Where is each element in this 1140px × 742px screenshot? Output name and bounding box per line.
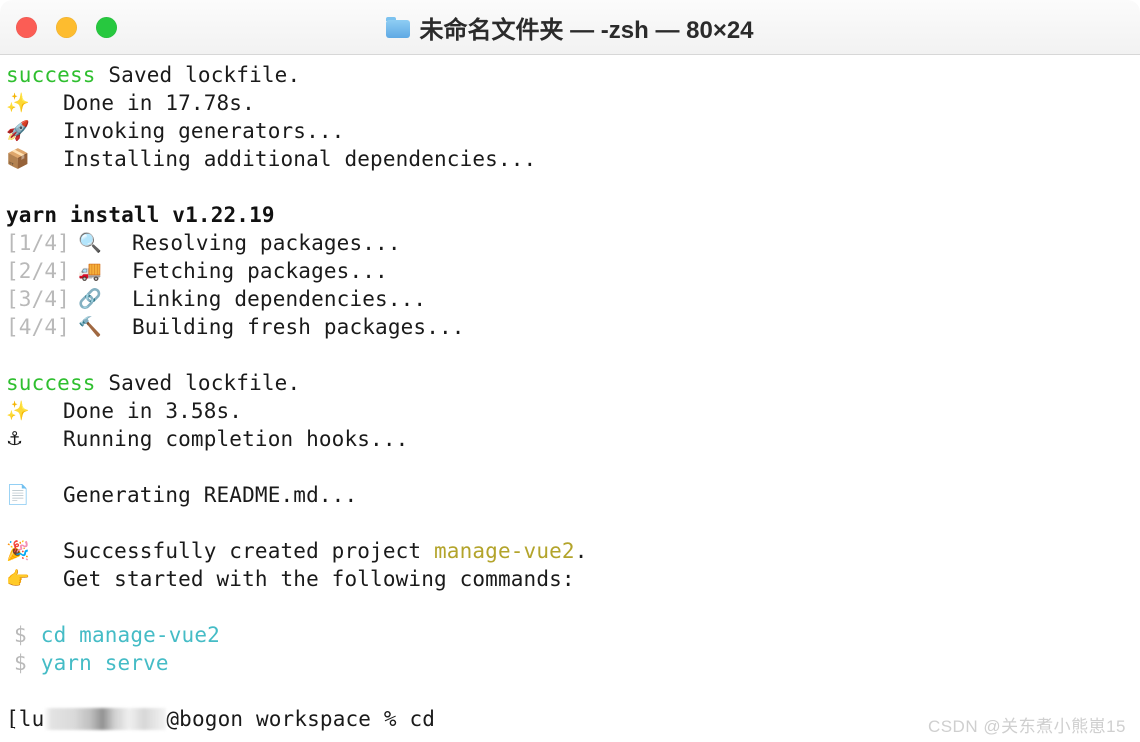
terminal-line: 📄 Generating README.md... (6, 481, 1140, 509)
line-emoji-icon: ✨ (6, 92, 30, 114)
terminal-line: [2/4] 🚚 Fetching packages... (6, 257, 1140, 285)
command-prompt-symbol: $ (14, 623, 27, 647)
minimize-button[interactable] (56, 16, 77, 38)
line-emoji-icon: 🎉 (6, 540, 30, 562)
line-text-suffix: . (574, 539, 588, 563)
terminal-line: ⚓ Running completion hooks... (6, 425, 1140, 453)
terminal-window: 未命名文件夹 — -zsh — 80×24 success Saved lock… (0, 0, 1140, 742)
step-emoji-icon: 🔨 (77, 316, 102, 338)
window-titlebar[interactable]: 未命名文件夹 — -zsh — 80×24 (0, 0, 1140, 55)
line-text: Running completion hooks... (63, 427, 409, 451)
close-button[interactable] (16, 16, 37, 38)
project-name: manage-vue2 (434, 539, 575, 563)
terminal-line: 👉 Get started with the following commands… (6, 565, 1140, 593)
command-heading: yarn install v1.22.19 (6, 203, 275, 227)
command-prompt-symbol: $ (14, 651, 27, 675)
step-emoji-icon: 🔍 (77, 232, 102, 254)
line-text: Invoking generators... (63, 119, 345, 143)
terminal-line: ✨ Done in 17.78s. (6, 89, 1140, 117)
prompt-prefix: [lu (6, 707, 45, 731)
status-badge: success (6, 63, 96, 87)
terminal-line: [4/4] 🔨 Building fresh packages... (6, 313, 1140, 341)
terminal-line: 📦 Installing additional dependencies... (6, 145, 1140, 173)
line-emoji-icon: ⚓ (6, 428, 24, 450)
step-emoji-icon: 🚚 (77, 260, 102, 282)
terminal-line: 🎉 Successfully created project manage-vue… (6, 537, 1140, 565)
line-text: Saved lockfile. (95, 63, 301, 87)
window-title: 未命名文件夹 — -zsh — 80×24 (419, 16, 754, 44)
step-counter: [3/4] (6, 287, 70, 311)
prompt-suffix: @bogon workspace % cd (166, 707, 436, 731)
line-text: Successfully created project (63, 539, 434, 563)
terminal-output[interactable]: success Saved lockfile. ✨ Done in 17.78s. 🚀… (0, 55, 1140, 742)
step-counter: [1/4] (6, 231, 70, 255)
line-text: Get started with the following commands: (63, 567, 575, 591)
folder-icon (386, 16, 411, 38)
line-text: Linking dependencies... (131, 287, 427, 311)
line-text: Building fresh packages... (131, 315, 465, 339)
terminal-line: success Saved lockfile. (6, 61, 1140, 89)
terminal-line: [3/4] 🔗 Linking dependencies... (6, 285, 1140, 313)
line-text: Installing additional dependencies... (63, 147, 537, 171)
csdn-watermark: CSDN @关东煮小熊崽15 (927, 717, 1126, 736)
terminal-line: yarn install v1.22.19 (6, 201, 1140, 229)
terminal-line: [1/4] 🔍 Resolving packages... (6, 229, 1140, 257)
line-text: Resolving packages... (131, 231, 401, 255)
terminal-line: $ cd manage-vue2 (6, 621, 1140, 649)
window-title-group: 未命名文件夹 — -zsh — 80×24 (0, 0, 1140, 54)
line-text: Done in 3.58s. (63, 399, 243, 423)
terminal-line: success Saved lockfile. (6, 369, 1140, 397)
step-counter: [4/4] (6, 315, 70, 339)
line-emoji-icon: 👉 (6, 568, 30, 590)
line-text: Saved lockfile. (95, 371, 301, 395)
line-emoji-icon: 📦 (6, 148, 30, 170)
redacted-username (44, 708, 167, 730)
terminal-line: 🚀 Invoking generators... (6, 117, 1140, 145)
zoom-button[interactable] (96, 16, 117, 38)
line-emoji-icon: ✨ (6, 400, 30, 422)
shell-command[interactable]: yarn serve (41, 649, 169, 677)
line-emoji-icon: 📄 (6, 484, 30, 506)
line-emoji-icon: 🚀 (6, 120, 30, 142)
line-text: Generating README.md... (63, 483, 358, 507)
terminal-lines: success Saved lockfile. ✨ Done in 17.78s. 🚀… (6, 61, 1140, 733)
window-controls (16, 0, 117, 54)
terminal-line: ✨ Done in 3.58s. (6, 397, 1140, 425)
step-counter: [2/4] (6, 259, 70, 283)
line-text: Done in 17.78s. (63, 91, 255, 115)
line-text: Fetching packages... (131, 259, 388, 283)
step-emoji-icon: 🔗 (77, 288, 102, 310)
terminal-line: $ yarn serve (6, 649, 1140, 677)
status-badge: success (6, 371, 96, 395)
shell-command[interactable]: cd manage-vue2 (41, 621, 220, 649)
